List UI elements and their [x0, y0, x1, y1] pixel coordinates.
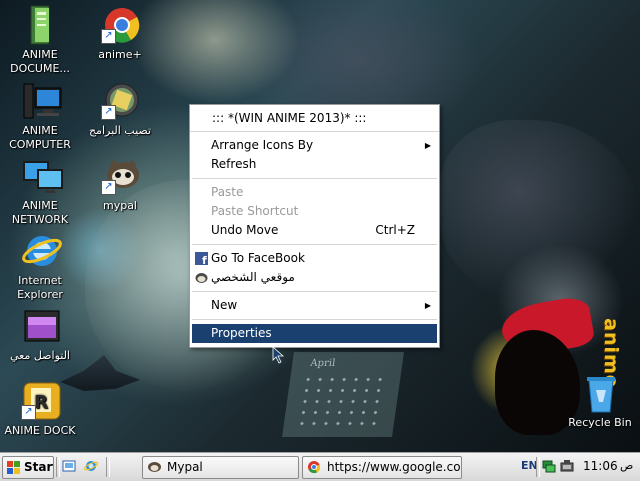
menu-item-shortcut: Ctrl+Z: [375, 223, 415, 237]
menu-item-label: Paste: [211, 185, 244, 199]
shortcut-arrow-icon: ↗: [21, 405, 36, 420]
desktop-icon-recycle-bin[interactable]: Recycle Bin: [560, 372, 640, 430]
menu-item-properties[interactable]: Properties: [192, 324, 437, 343]
desktop-icon-label: ANIME COMPUTER: [9, 124, 71, 151]
chrome-icon: [308, 461, 321, 474]
dock-icon: R ↗: [21, 380, 61, 420]
menu-item-label: Refresh: [211, 157, 257, 171]
menu-item-arrange-icons-by[interactable]: Arrange Icons By ▶: [190, 136, 439, 155]
desktop-icon-label: mypal: [102, 199, 137, 212]
menu-item-paste: Paste: [190, 183, 439, 202]
desktop-context-menu[interactable]: ::: *(WIN ANIME 2013)* ::: Arrange Icons…: [189, 104, 440, 348]
task-label: https://www.google.co...: [327, 460, 462, 474]
start-button[interactable]: Start: [2, 456, 54, 479]
desktop-icon-label: تصيب البرامج: [88, 124, 152, 137]
desktop-icon-anime-plus[interactable]: ↗ anime+: [80, 4, 160, 62]
internet-explorer-icon[interactable]: [84, 459, 98, 473]
task-label: Mypal: [167, 460, 203, 474]
taskbar-task-chrome[interactable]: https://www.google.co...: [302, 456, 462, 479]
desktop-icon-mypal[interactable]: ↗ mypal: [80, 155, 160, 213]
menu-separator: [192, 319, 437, 320]
desktop-icon-anime-computer[interactable]: ANIME COMPUTER: [0, 80, 80, 152]
shortcut-arrow-icon: ↗: [101, 29, 116, 44]
menu-item-label: Arrange Icons By: [211, 138, 314, 152]
desktop-icon-label: ANIME DOCUME...: [10, 48, 70, 75]
taskbar: Start Mypal https://www.google.co... EN: [0, 452, 640, 481]
desktop-icon-anime-network[interactable]: ANIME NETWORK: [0, 155, 80, 227]
mypal-icon: [148, 462, 161, 472]
taskbar-separator: [56, 457, 60, 477]
menu-item-refresh[interactable]: Refresh: [190, 155, 439, 174]
menu-item-paste-shortcut: Paste Shortcut: [190, 202, 439, 221]
network-tray-icon[interactable]: [542, 459, 556, 473]
menu-separator: [192, 291, 437, 292]
personal-site-icon: [195, 273, 208, 283]
clock-time[interactable]: 11:06: [583, 459, 618, 473]
desktop-icon-label: anime+: [98, 48, 142, 61]
internet-explorer-icon: [21, 230, 62, 270]
facebook-icon: f: [195, 252, 208, 265]
menu-item-undo-move[interactable]: Undo Move Ctrl+Z: [190, 221, 439, 240]
submenu-arrow-icon: ▶: [424, 301, 431, 310]
context-menu-header: ::: *(WIN ANIME 2013)* :::: [190, 105, 439, 132]
menu-item-new[interactable]: New ▶: [190, 296, 439, 315]
svg-text:f: f: [202, 254, 207, 265]
submenu-arrow-icon: ▶: [424, 141, 431, 150]
desktop-icon-label: ANIME NETWORK: [11, 199, 69, 226]
taskbar-separator: [536, 457, 540, 477]
menu-item-label: موقعي الشخصي: [211, 270, 295, 284]
contact-window-icon: [21, 305, 60, 345]
wallpaper-calendar-month: April: [309, 358, 336, 369]
installer-icon: ↗: [101, 80, 139, 120]
desktop-icon-anime-dock[interactable]: R ↗ ANIME DOCK: [0, 380, 80, 438]
windows-logo-icon: [7, 461, 20, 474]
taskbar-task-mypal[interactable]: Mypal: [142, 456, 299, 479]
menu-item-label: New: [211, 298, 238, 312]
menu-separator: [192, 178, 437, 179]
shortcut-arrow-icon: ↗: [101, 180, 116, 195]
clock-ampm: ص: [620, 459, 634, 472]
wallpaper-calendar-days: [295, 374, 389, 429]
desktop-icon-contact[interactable]: التواصل معي: [0, 305, 80, 363]
desktop-icon-label: ANIME DOCK: [4, 424, 76, 437]
desktop-icon-label: التواصل معي: [9, 349, 70, 362]
desktop-icon-label: Recycle Bin: [568, 416, 632, 429]
computer-icon: [21, 80, 62, 120]
wallpaper-hair: [440, 120, 640, 300]
taskbar-separator: [106, 457, 110, 477]
menu-item-personal-site[interactable]: موقعي الشخصي: [190, 268, 439, 287]
svg-text:R: R: [34, 392, 48, 413]
recycle-bin-icon: [581, 372, 619, 413]
folder-documents-icon: [21, 4, 59, 45]
desktop-icon-label: Internet Explorer: [17, 274, 63, 301]
menu-item-go-to-facebook[interactable]: f Go To FaceBook: [190, 249, 439, 268]
mouse-cursor-icon: [272, 346, 284, 364]
menu-item-label: Undo Move: [211, 223, 279, 237]
desktop-icon-internet-explorer[interactable]: Internet Explorer: [0, 230, 80, 302]
mypal-icon: ↗: [101, 155, 139, 195]
shortcut-arrow-icon: ↗: [101, 105, 116, 120]
volume-tray-icon[interactable]: [560, 459, 574, 473]
wallpaper-calendar: April: [282, 352, 404, 437]
menu-item-label: Properties: [211, 326, 272, 340]
desktop-icon-installer[interactable]: ↗ تصيب البرامج: [80, 80, 160, 138]
start-label: Start: [24, 460, 53, 474]
menu-separator: [192, 244, 437, 245]
desktop-icon-anime-documents[interactable]: ANIME DOCUME...: [0, 4, 80, 76]
show-desktop-icon[interactable]: [62, 459, 76, 473]
chrome-icon: ↗: [101, 4, 140, 44]
menu-item-label: Go To FaceBook: [211, 251, 305, 265]
network-icon: [21, 155, 63, 195]
menu-item-label: Paste Shortcut: [211, 204, 299, 218]
